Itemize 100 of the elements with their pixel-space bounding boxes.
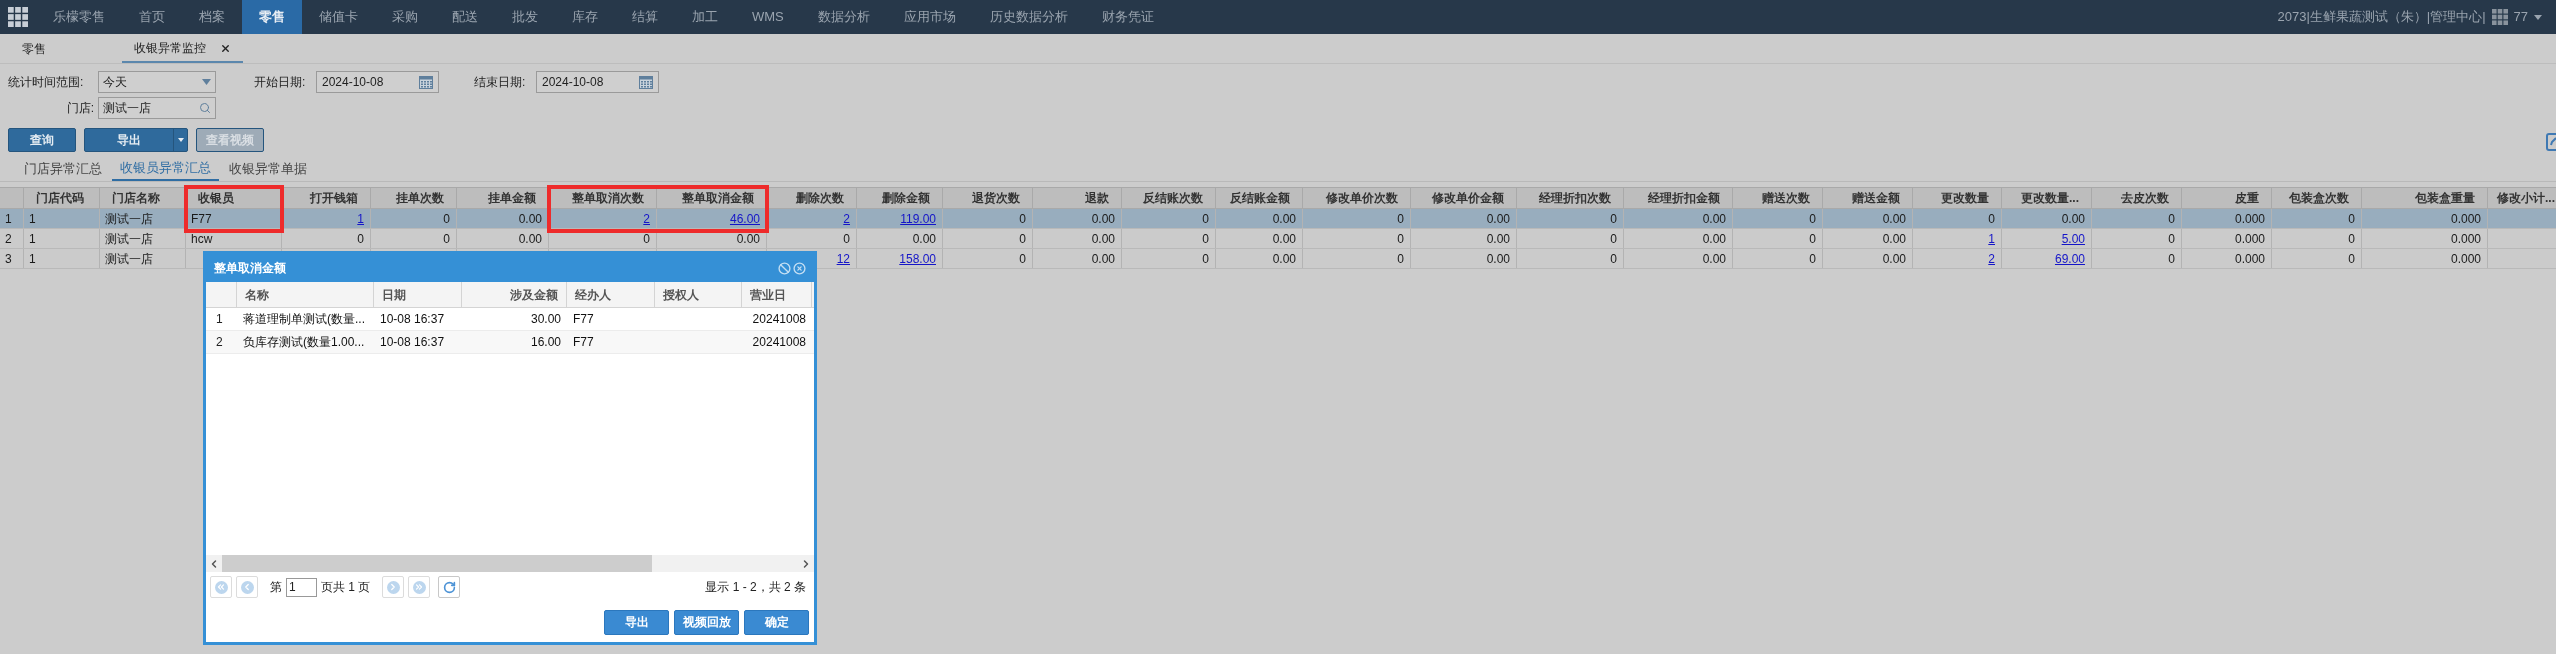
column-header[interactable]: 包装盒重量 bbox=[2415, 189, 2475, 207]
nav-item[interactable]: 配送 bbox=[435, 0, 495, 34]
export-button[interactable]: 导出 bbox=[84, 128, 188, 152]
table-link[interactable]: 2 bbox=[843, 209, 850, 228]
table-link[interactable]: 12 bbox=[836, 249, 850, 268]
next-page-icon[interactable] bbox=[382, 576, 405, 598]
column-header[interactable]: 挂单次数 bbox=[396, 189, 444, 207]
first-page-icon[interactable] bbox=[210, 576, 232, 598]
column-header[interactable]: 退款 bbox=[1085, 189, 1109, 207]
table-cell-text: 0 bbox=[1019, 230, 1026, 248]
table-cell-text: 0 bbox=[1019, 250, 1026, 268]
column-header[interactable]: 赠送次数 bbox=[1762, 189, 1810, 207]
calendar-icon[interactable] bbox=[639, 75, 653, 89]
column-header[interactable]: 门店代码 bbox=[36, 189, 84, 207]
column-header[interactable]: 删除金额 bbox=[882, 189, 930, 207]
table-row[interactable]: 2 1 测试一店 hcw 0 0 0.00 0 0.00 0 0.00 0 0.00 0 0.00 0 0.00 0 0.00 0 0.00 1 5.00 0 0.000 0 0.000 bbox=[0, 229, 2556, 249]
table-link[interactable]: 2 bbox=[643, 209, 650, 228]
nav-item[interactable]: WMS bbox=[735, 0, 801, 34]
column-header[interactable]: 修改单价次数 bbox=[1326, 189, 1398, 207]
column-header[interactable]: 更改数量 bbox=[1941, 189, 1989, 207]
sub-tab[interactable]: 收银员异常汇总 bbox=[112, 157, 219, 181]
column-header[interactable]: 名称 bbox=[245, 285, 269, 304]
nav-item[interactable]: 应用市场 bbox=[886, 0, 973, 34]
column-header[interactable]: 经办人 bbox=[575, 285, 611, 304]
column-header[interactable]: 日期 bbox=[382, 285, 406, 304]
dialog-button[interactable]: 导出 bbox=[604, 609, 669, 635]
dropdown-caret-icon[interactable] bbox=[177, 138, 184, 142]
page-field[interactable]: 1 bbox=[286, 577, 317, 597]
end-date-field[interactable]: 2024-10-08 bbox=[536, 71, 659, 93]
nav-item[interactable]: 财务凭证 bbox=[1084, 0, 1171, 34]
range-select[interactable]: 今天 bbox=[98, 71, 216, 93]
last-page-icon[interactable] bbox=[408, 576, 431, 598]
column-header[interactable]: 经理折扣次数 bbox=[1539, 189, 1611, 207]
nav-item[interactable]: 库存 bbox=[555, 0, 615, 34]
column-header[interactable]: 打开钱箱 bbox=[310, 189, 358, 207]
column-header[interactable]: 营业日 bbox=[750, 285, 786, 304]
table-cell-text: 0.000 bbox=[2450, 210, 2481, 228]
column-header[interactable]: 修改单价金额 bbox=[1432, 189, 1504, 207]
nav-item[interactable]: 档案 bbox=[182, 0, 242, 34]
column-header[interactable]: 反结账金额 bbox=[1230, 189, 1290, 207]
refresh-icon[interactable] bbox=[438, 576, 461, 598]
table-link[interactable]: 2 bbox=[1988, 249, 1995, 268]
column-header[interactable]: 更改数量... bbox=[2021, 189, 2079, 207]
page-tab[interactable]: 零售 bbox=[10, 35, 58, 63]
table-cell-text: 10-08 16:37 bbox=[380, 334, 445, 351]
caret-icon[interactable] bbox=[2534, 14, 2542, 20]
start-date-field[interactable]: 2024-10-08 bbox=[316, 71, 439, 93]
table-link[interactable]: 69.00 bbox=[2054, 249, 2085, 268]
table-row[interactable]: 1 1 测试一店 F77 1 0 0.00 2 46.00 2 119.00 0 0.00 0 0.00 0 0.00 0 0.00 0 0.00 0 0.00 0 0.000 0 0.000 bbox=[0, 209, 2556, 229]
sub-tab[interactable]: 收银异常单据 bbox=[221, 157, 315, 181]
table-link[interactable]: 1 bbox=[357, 209, 364, 228]
table-link[interactable]: 5.00 bbox=[2061, 229, 2085, 248]
horizontal-scrollbar[interactable] bbox=[206, 555, 814, 572]
page-tab[interactable]: 收银异常监控 bbox=[122, 35, 243, 63]
apps-grid-icon[interactable] bbox=[2491, 9, 2508, 25]
sub-tab[interactable]: 门店异常汇总 bbox=[16, 157, 110, 181]
store-field[interactable]: 测试一店 bbox=[98, 97, 216, 119]
column-header[interactable]: 收银员 bbox=[198, 189, 234, 207]
nav-item[interactable]: 首页 bbox=[122, 0, 182, 34]
column-header[interactable]: 挂单金额 bbox=[488, 189, 536, 207]
column-header[interactable]: 涉及金额 bbox=[510, 285, 558, 304]
calendar-icon[interactable] bbox=[419, 75, 433, 89]
nav-item[interactable]: 数据分析 bbox=[800, 0, 887, 34]
table-link[interactable]: 46.00 bbox=[729, 209, 760, 228]
dialog-button[interactable]: 视频回放 bbox=[674, 609, 739, 635]
column-header[interactable]: 经理折扣金额 bbox=[1648, 189, 1720, 207]
close-icon[interactable] bbox=[220, 42, 231, 54]
column-header[interactable]: 去皮次数 bbox=[2121, 189, 2169, 207]
nav-item[interactable]: 零售 bbox=[242, 0, 302, 34]
table-link[interactable]: 119.00 bbox=[900, 209, 936, 228]
column-header[interactable]: 皮重 bbox=[2235, 189, 2259, 207]
edit-icon[interactable] bbox=[2546, 133, 2556, 151]
previous-page-icon[interactable] bbox=[236, 576, 258, 598]
column-header[interactable]: 赠送金额 bbox=[1852, 189, 1900, 207]
column-header[interactable]: 反结账次数 bbox=[1143, 189, 1203, 207]
table-link[interactable]: 158.00 bbox=[899, 249, 936, 268]
action-button[interactable]: 查询 bbox=[8, 128, 76, 152]
dropdown-caret-icon[interactable] bbox=[202, 79, 211, 85]
column-header[interactable]: 退货次数 bbox=[972, 189, 1020, 207]
column-header[interactable]: 修改小计... bbox=[2497, 189, 2555, 207]
dialog-button[interactable]: 确定 bbox=[744, 609, 809, 635]
column-header[interactable]: 门店名称 bbox=[112, 189, 160, 207]
column-header[interactable]: 整单取消次数 bbox=[572, 189, 644, 207]
user-name[interactable]: 77 bbox=[2513, 7, 2528, 27]
nav-item[interactable]: 储值卡 bbox=[302, 0, 375, 34]
app-grid-icon[interactable] bbox=[8, 7, 28, 27]
column-header[interactable]: 授权人 bbox=[663, 285, 699, 304]
nav-item[interactable]: 批发 bbox=[495, 0, 555, 34]
circle-slash-icon[interactable] bbox=[778, 261, 791, 275]
nav-item[interactable]: 乐檬零售 bbox=[36, 0, 122, 34]
table-link[interactable]: 1 bbox=[1988, 229, 1995, 248]
column-header[interactable]: 包装盒次数 bbox=[2289, 189, 2349, 207]
nav-item[interactable]: 采购 bbox=[375, 0, 435, 34]
search-icon[interactable] bbox=[199, 102, 211, 114]
table-cell-text: 0 bbox=[1809, 230, 1816, 248]
nav-item[interactable]: 结算 bbox=[615, 0, 675, 34]
nav-item[interactable]: 加工 bbox=[675, 0, 735, 34]
column-header[interactable]: 整单取消金额 bbox=[682, 189, 754, 207]
nav-item[interactable]: 历史数据分析 bbox=[972, 0, 1085, 34]
column-header[interactable]: 删除次数 bbox=[796, 189, 844, 207]
